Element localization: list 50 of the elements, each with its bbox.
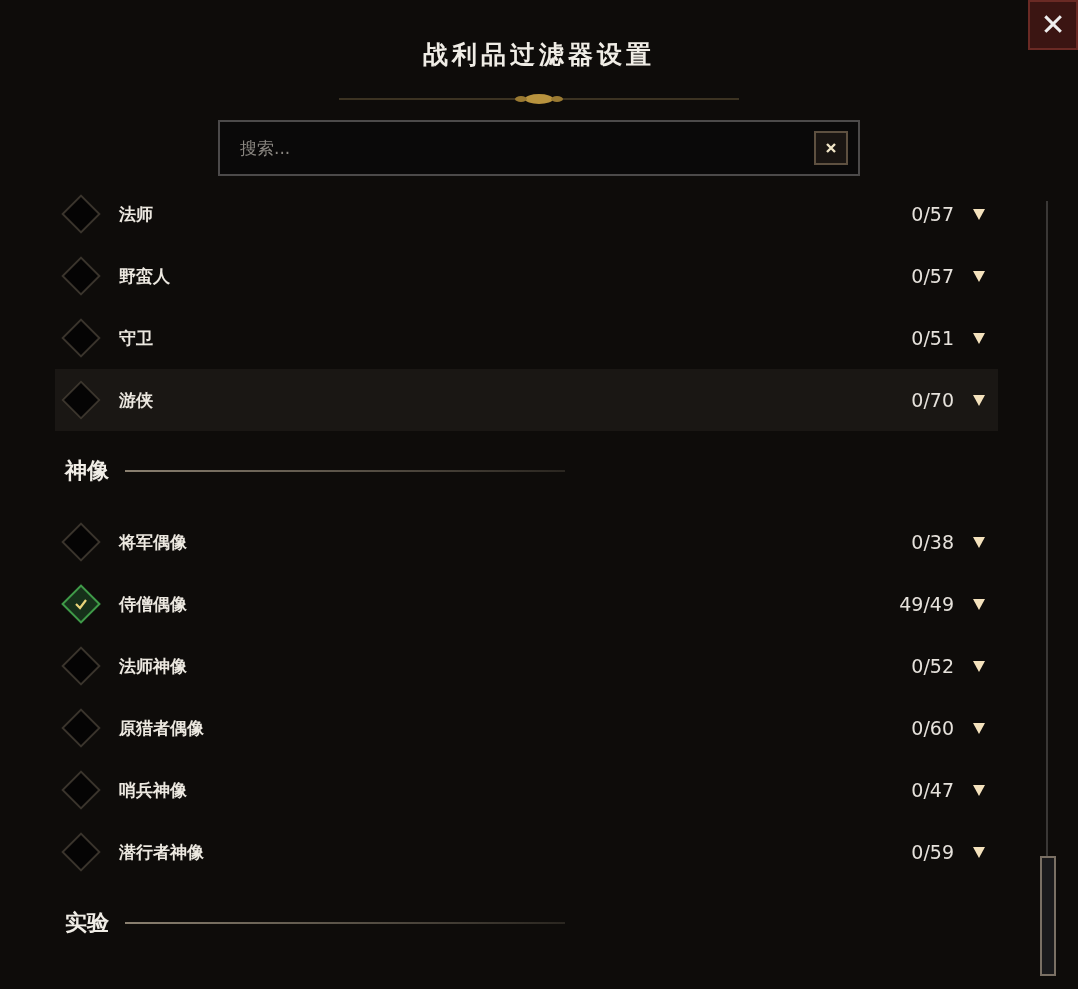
- filter-row[interactable]: 哨兵神像 0/47: [55, 759, 998, 821]
- filter-row[interactable]: 游侠 0/70: [55, 369, 998, 431]
- filter-row[interactable]: 将军偶像 0/38: [55, 511, 998, 573]
- section-title: 实验: [65, 909, 109, 937]
- item-label: 侍僧偶像: [119, 592, 188, 616]
- scrollbar-thumb[interactable]: [1040, 856, 1056, 976]
- item-count: 0/38: [911, 531, 954, 553]
- dropdown-arrow-icon[interactable]: [972, 535, 986, 549]
- dropdown-arrow-icon[interactable]: [972, 659, 986, 673]
- search-field[interactable]: 搜索...: [218, 120, 860, 176]
- item-label: 野蛮人: [119, 264, 171, 288]
- item-label: 法师神像: [119, 654, 188, 678]
- item-label: 潜行者神像: [119, 840, 205, 864]
- item-count: 0/51: [911, 327, 954, 349]
- item-count: 0/57: [911, 265, 954, 287]
- window-title: 战利品过滤器设置: [423, 39, 655, 71]
- item-label: 哨兵神像: [119, 778, 188, 802]
- item-label: 原猎者偶像: [119, 716, 205, 740]
- filter-row[interactable]: 守卫 0/51: [55, 307, 998, 369]
- dropdown-arrow-icon[interactable]: [972, 393, 986, 407]
- item-count: 0/59: [911, 841, 954, 863]
- item-label: 守卫: [119, 326, 154, 350]
- filter-row[interactable]: 侍僧偶像 49/49: [55, 573, 998, 635]
- filter-row[interactable]: 潜行者神像 0/59: [55, 821, 998, 883]
- item-label: 法师: [119, 202, 154, 226]
- filter-row[interactable]: 野蛮人 0/57: [55, 245, 998, 307]
- dropdown-arrow-icon[interactable]: [972, 783, 986, 797]
- dropdown-arrow-icon[interactable]: [972, 269, 986, 283]
- dropdown-arrow-icon[interactable]: [972, 845, 986, 859]
- dropdown-arrow-icon[interactable]: [972, 331, 986, 345]
- item-count: 0/60: [911, 717, 954, 739]
- dropdown-arrow-icon[interactable]: [972, 721, 986, 735]
- close-icon: [826, 143, 836, 153]
- search-input[interactable]: 搜索...: [238, 137, 814, 159]
- dropdown-arrow-icon[interactable]: [972, 207, 986, 221]
- section-title: 神像: [65, 457, 109, 485]
- filter-row[interactable]: 法师 0/57: [55, 183, 998, 245]
- close-button[interactable]: ✕: [1028, 0, 1078, 50]
- item-count: 0/57: [911, 203, 954, 225]
- filter-row[interactable]: 原猎者偶像 0/60: [55, 697, 998, 759]
- item-count: 0/70: [911, 389, 954, 411]
- item-label: 将军偶像: [119, 530, 188, 554]
- item-count: 49/49: [899, 593, 954, 615]
- item-count: 0/52: [911, 655, 954, 677]
- item-label: 游侠: [119, 388, 154, 412]
- dropdown-arrow-icon[interactable]: [972, 597, 986, 611]
- check-icon: [74, 597, 88, 611]
- filter-row[interactable]: 法师神像 0/52: [55, 635, 998, 697]
- item-count: 0/47: [911, 779, 954, 801]
- clear-search-button[interactable]: [814, 131, 848, 165]
